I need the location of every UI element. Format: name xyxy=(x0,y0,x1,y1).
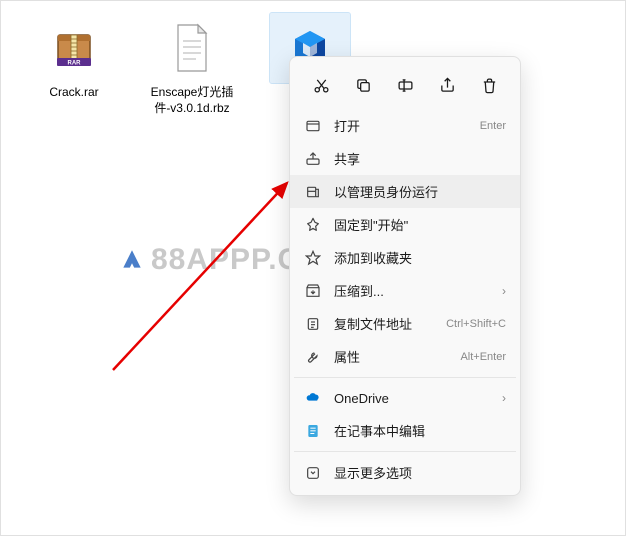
menu-item-onedrive[interactable]: OneDrive › xyxy=(290,382,520,414)
delete-button[interactable] xyxy=(471,69,507,101)
menu-item-copy-path[interactable]: 复制文件地址 Ctrl+Shift+C xyxy=(290,307,520,340)
file-label: Enscape灯光插件-v3.0.1d.rbz xyxy=(148,85,236,116)
file-item-enscape-plugin[interactable]: Enscape灯光插件-v3.0.1d.rbz xyxy=(147,13,237,116)
copy-path-icon xyxy=(304,315,322,333)
svg-text:RAR: RAR xyxy=(68,61,82,67)
cut-button[interactable] xyxy=(303,69,339,101)
menu-item-pin-to-start[interactable]: 固定到"开始" xyxy=(290,208,520,241)
watermark-logo-icon xyxy=(119,247,145,273)
file-label: Crack.rar xyxy=(49,85,98,101)
menu-item-compress[interactable]: 压缩到... › xyxy=(290,274,520,307)
menu-item-open[interactable]: 打开 Enter xyxy=(290,109,520,142)
rename-button[interactable] xyxy=(387,69,423,101)
file-item-crack-rar[interactable]: RAR Crack.rar xyxy=(29,13,119,116)
menu-item-share[interactable]: 共享 xyxy=(290,142,520,175)
menu-item-show-more-options[interactable]: 显示更多选项 xyxy=(290,456,520,489)
archive-icon xyxy=(304,282,322,300)
notepad-icon xyxy=(304,422,322,440)
desktop-area: RAR Crack.rar Enscape灯光插件-v3.0.1d.rbz xyxy=(1,1,625,535)
chevron-right-icon: › xyxy=(502,391,506,405)
copy-button[interactable] xyxy=(345,69,381,101)
chevron-right-icon: › xyxy=(502,284,506,298)
document-icon xyxy=(152,13,232,83)
menu-divider xyxy=(294,451,516,452)
star-icon xyxy=(304,249,322,267)
rar-icon: RAR xyxy=(34,13,114,83)
pin-icon xyxy=(304,216,322,234)
more-options-icon xyxy=(304,464,322,482)
context-menu: 打开 Enter 共享 以管理员身份运行 固定到"开始" 添加到收藏 xyxy=(289,56,521,496)
menu-divider xyxy=(294,377,516,378)
menu-item-edit-in-notepad[interactable]: 在记事本中编辑 xyxy=(290,414,520,447)
menu-item-run-as-admin[interactable]: 以管理员身份运行 xyxy=(290,175,520,208)
wrench-icon xyxy=(304,348,322,366)
onedrive-icon xyxy=(304,389,322,407)
menu-item-properties[interactable]: 属性 Alt+Enter xyxy=(290,340,520,373)
share-button[interactable] xyxy=(429,69,465,101)
open-icon xyxy=(304,117,322,135)
menu-toolbar xyxy=(290,63,520,109)
share-icon xyxy=(304,150,322,168)
menu-item-add-to-favorites[interactable]: 添加到收藏夹 xyxy=(290,241,520,274)
shield-icon xyxy=(304,183,322,201)
